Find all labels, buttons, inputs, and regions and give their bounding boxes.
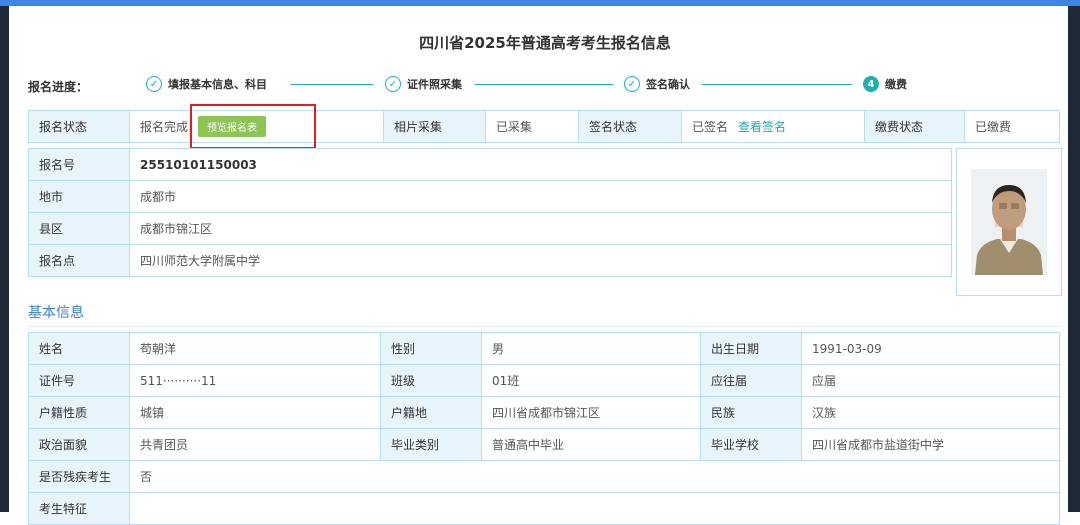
photo-status-value: 已采集	[485, 110, 579, 143]
school-value: 四川省成都市盐道街中学	[801, 428, 1060, 461]
highlight-box	[190, 104, 316, 149]
progress-step-2: ✓ 证件照采集	[385, 74, 462, 94]
table-row: 政治面貌 共青团员 毕业类别 普通高中毕业 毕业学校 四川省成都市盐道街中学	[28, 428, 1060, 461]
sign-status-value: 已签名	[692, 120, 729, 134]
progress-step-label: 缴费	[885, 78, 907, 91]
district-value: 成都市锦江区	[129, 212, 952, 245]
step-number-icon: 4	[863, 76, 879, 92]
basic-info-table: 姓名 苟朝洋 性别 男 出生日期 1991-03-09 证件号 511·····…	[28, 332, 1060, 525]
household-type-label: 户籍性质	[28, 396, 130, 429]
id-number-label: 证件号	[28, 364, 130, 397]
registration-no-value: 25510101150003	[129, 148, 952, 181]
section-divider	[28, 326, 1060, 327]
class-label: 班级	[380, 364, 482, 397]
check-circle-icon: ✓	[385, 76, 401, 92]
progress-step-label: 证件照采集	[407, 78, 462, 91]
status-label: 报名状态	[28, 110, 130, 143]
gender-value: 男	[481, 332, 701, 365]
pay-status-label: 缴费状态	[864, 110, 965, 143]
birthdate-label: 出生日期	[700, 332, 802, 365]
table-row: 证件号 511··········11 班级 01班 应往届 应届	[28, 364, 1060, 397]
disabled-label: 是否残疾考生	[28, 460, 130, 493]
household-place-value: 四川省成都市锦江区	[481, 396, 701, 429]
birthdate-value: 1991-03-09	[801, 332, 1060, 365]
site-label: 报名点	[28, 244, 130, 277]
progress-step-label: 签名确认	[646, 78, 690, 91]
registration-page: 四川省2025年普通高考考生报名信息 报名进度： ✓ 填报基本信息、科目 ✓ 证…	[9, 6, 1068, 525]
status-value: 报名完成	[140, 120, 189, 134]
graduate-type-label: 应往届	[700, 364, 802, 397]
features-label: 考生特征	[28, 492, 130, 525]
political-value: 共青团员	[129, 428, 381, 461]
disabled-value: 否	[129, 460, 1060, 493]
view-signature-link[interactable]: 查看签名	[738, 120, 786, 134]
features-value	[129, 492, 1060, 525]
city-label: 地市	[28, 180, 130, 213]
grad-category-value: 普通高中毕业	[481, 428, 701, 461]
progress-step-4: 4 缴费	[863, 74, 907, 94]
id-number-value: 511··········11	[129, 364, 381, 397]
progress-connector	[702, 84, 852, 85]
table-row: 是否残疾考生 否	[28, 460, 1060, 493]
pay-status-value: 已缴费	[964, 110, 1060, 143]
left-window-edge	[0, 6, 9, 512]
progress-step-3: ✓ 签名确认	[624, 74, 690, 94]
table-row: 考生特征	[28, 492, 1060, 525]
class-value: 01班	[481, 364, 701, 397]
household-type-value: 城镇	[129, 396, 381, 429]
progress-connector	[475, 84, 613, 85]
check-circle-icon: ✓	[624, 76, 640, 92]
registration-table: 报名号 25510101150003 地市 成都市 县区 成都市锦江区 报名点 …	[28, 148, 952, 277]
ethnicity-value: 汉族	[801, 396, 1060, 429]
city-value: 成都市	[129, 180, 952, 213]
status-table: 报名状态 报名完成 预览报名表 相片采集 已采集 签名状态 已签名 查看签名 缴费状…	[28, 110, 1060, 143]
check-circle-icon: ✓	[146, 76, 162, 92]
registration-no-label: 报名号	[28, 148, 130, 181]
district-label: 县区	[28, 212, 130, 245]
ethnicity-label: 民族	[700, 396, 802, 429]
table-row: 报名号 25510101150003	[28, 148, 952, 181]
sign-status-cell: 已签名 查看签名	[681, 110, 865, 143]
basic-info-title: 基本信息	[28, 305, 84, 321]
political-label: 政治面貌	[28, 428, 130, 461]
progress-step-1: ✓ 填报基本信息、科目	[146, 74, 267, 94]
sign-status-label: 签名状态	[578, 110, 682, 143]
table-row: 户籍性质 城镇 户籍地 四川省成都市锦江区 民族 汉族	[28, 396, 1060, 429]
name-label: 姓名	[28, 332, 130, 365]
table-row: 县区 成都市锦江区	[28, 212, 952, 245]
grad-category-label: 毕业类别	[380, 428, 482, 461]
page-title: 四川省2025年普通高考考生报名信息	[419, 34, 671, 52]
id-photo	[971, 169, 1047, 275]
graduate-type-value: 应届	[801, 364, 1060, 397]
table-row: 报名点 四川师范大学附属中学	[28, 244, 952, 277]
site-value: 四川师范大学附属中学	[129, 244, 952, 277]
table-row: 姓名 苟朝洋 性别 男 出生日期 1991-03-09	[28, 332, 1060, 365]
photo-status-label: 相片采集	[383, 110, 486, 143]
name-value: 苟朝洋	[129, 332, 381, 365]
table-row: 地市 成都市	[28, 180, 952, 213]
progress-connector	[291, 84, 373, 85]
progress-step-label: 填报基本信息、科目	[168, 78, 267, 91]
household-place-label: 户籍地	[380, 396, 482, 429]
school-label: 毕业学校	[700, 428, 802, 461]
id-photo-frame	[956, 148, 1062, 296]
progress-label: 报名进度：	[28, 80, 89, 94]
right-window-edge	[1068, 6, 1080, 512]
gender-label: 性别	[380, 332, 482, 365]
